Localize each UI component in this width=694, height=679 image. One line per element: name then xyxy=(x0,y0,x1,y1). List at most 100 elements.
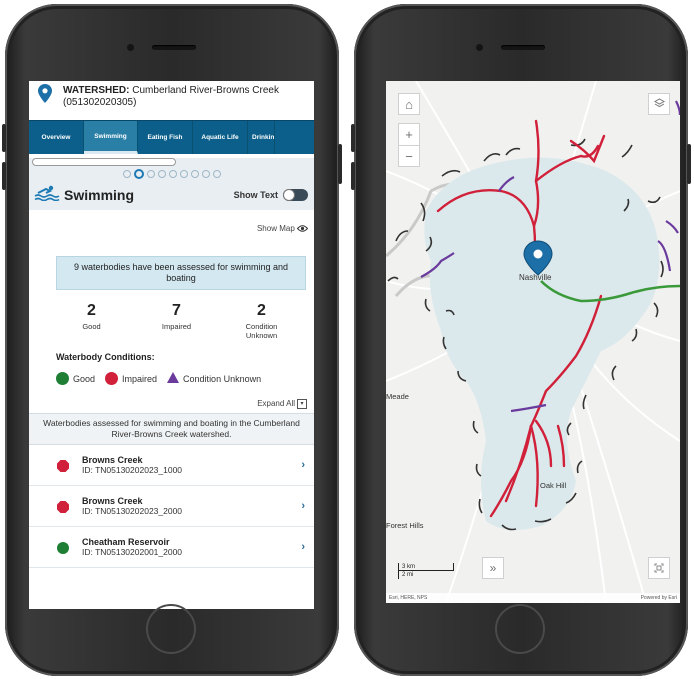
layers-button[interactable] xyxy=(648,93,670,115)
unknown-triangle-icon xyxy=(167,372,180,385)
watershed-label: WATERSHED: xyxy=(63,85,130,96)
label-forest-hills: Forest Hills xyxy=(386,521,424,530)
eye-icon xyxy=(296,224,309,233)
legend-unknown: Condition Unknown xyxy=(183,373,262,384)
toggle-knob xyxy=(283,189,295,201)
waterbody-name: Browns Creek xyxy=(82,496,143,506)
phone-frame-right: Nashville Oak Hill Forest Hills Meade ⌂ … xyxy=(351,4,691,676)
list-item[interactable]: Cheatham Reservoir ID: TN05130202001_200… xyxy=(29,527,314,568)
tab-overview[interactable]: Overview xyxy=(29,121,84,154)
section-header: Swimming Show Text xyxy=(29,179,314,206)
volume-button xyxy=(2,124,6,152)
attribution-sources: Esri, HERE, NPS xyxy=(389,595,428,601)
label-meade: Meade xyxy=(386,392,409,401)
zoom-in-button[interactable]: + xyxy=(398,123,420,145)
show-map-link[interactable]: Show Map xyxy=(29,214,314,233)
waterbody-id: ID: TN05130202023_1000 xyxy=(82,465,183,475)
layers-icon xyxy=(653,97,665,112)
show-map-label: Show Map xyxy=(256,224,295,233)
location-pin-icon xyxy=(38,84,52,107)
page-dot[interactable] xyxy=(168,170,177,178)
page-dot-active[interactable] xyxy=(133,169,144,179)
tab-aquatic-life[interactable]: Aquatic Life xyxy=(193,121,248,154)
home-button[interactable] xyxy=(146,604,196,654)
page-dot[interactable] xyxy=(190,170,199,178)
page-dot[interactable] xyxy=(122,170,131,178)
double-chevron-right-icon: » xyxy=(489,561,497,575)
count-value: 7 xyxy=(172,302,181,319)
home-button[interactable] xyxy=(495,604,545,654)
speaker-grille xyxy=(501,45,545,50)
front-camera xyxy=(476,44,483,51)
impaired-dot-icon xyxy=(105,372,119,385)
volume-button xyxy=(351,124,355,152)
page-dot[interactable] xyxy=(179,170,188,178)
zoom-out-button[interactable]: − xyxy=(398,145,420,167)
watershed-code: (051302020305) xyxy=(63,97,137,108)
waterbody-list-description: Waterbodies assessed for swimming and bo… xyxy=(29,413,314,445)
waterbody-name: Cheatham Reservoir xyxy=(82,537,170,547)
legend-good: Good xyxy=(73,373,96,384)
assessed-summary: 9 waterbodies have been assessed for swi… xyxy=(56,256,306,290)
condition-counts: 2 Good 7 Impaired 2 Condition Unknown xyxy=(29,302,314,340)
tab-bar: Overview Swimming Eating Fish Aquatic Li… xyxy=(29,120,314,154)
count-good: 2 Good xyxy=(57,302,127,340)
tab-subheader: Swimming Show Text xyxy=(29,158,314,210)
map-canvas xyxy=(386,81,680,603)
list-item[interactable]: Browns Creek ID: TN05130202023_2000 › xyxy=(29,486,314,527)
volume-button xyxy=(2,162,6,190)
waterbody-id: ID: TN05130202023_2000 xyxy=(82,506,183,516)
map-attribution: Esri, HERE, NPS Powered by Esri xyxy=(386,593,680,603)
front-camera xyxy=(127,44,134,51)
tab-drinking[interactable]: Drinking xyxy=(248,121,275,154)
home-icon: ⌂ xyxy=(405,96,413,112)
speaker-grille xyxy=(152,45,196,50)
page-dot[interactable] xyxy=(146,170,155,178)
phone-frame-left: WATERSHED: Cumberland River-Browns Creek… xyxy=(2,4,342,676)
watershed-header: WATERSHED: Cumberland River-Browns Creek… xyxy=(29,81,314,120)
page-dot[interactable] xyxy=(201,170,210,178)
good-dot-icon xyxy=(56,372,69,385)
content-panel: Show Map 9 waterbodies have been assesse… xyxy=(29,214,314,568)
watershed-name: Cumberland River-Browns Creek xyxy=(132,85,279,96)
page-dots xyxy=(29,169,314,179)
expand-panel-button[interactable]: » xyxy=(482,557,504,579)
map-view[interactable]: Nashville Oak Hill Forest Hills Meade ⌂ … xyxy=(386,81,680,603)
tab-swimming[interactable]: Swimming xyxy=(84,121,138,154)
fullscreen-button[interactable] xyxy=(648,557,670,579)
scale-bar: 3 km 2 mi xyxy=(398,563,470,581)
expand-icon: ▾ xyxy=(297,399,307,409)
count-label: Good xyxy=(82,322,101,331)
show-text-label: Show Text xyxy=(233,190,278,200)
plus-icon: + xyxy=(405,127,413,142)
waterbody-name: Browns Creek xyxy=(82,455,143,465)
list-item-text: Browns Creek ID: TN05130202023_1000 xyxy=(82,455,301,475)
map-screen: Nashville Oak Hill Forest Hills Meade ⌂ … xyxy=(386,81,680,603)
page-dot[interactable] xyxy=(212,170,221,178)
list-item[interactable]: Browns Creek ID: TN05130202023_1000 › xyxy=(29,445,314,486)
condition-legend: Good Impaired Condition Unknown xyxy=(29,362,314,385)
section-title: Swimming xyxy=(64,187,135,203)
count-value: 2 xyxy=(87,302,96,319)
list-item-text: Browns Creek ID: TN05130202023_2000 xyxy=(82,496,301,516)
scale-mi: 2 mi xyxy=(398,571,444,579)
scale-km: 3 km xyxy=(398,563,454,571)
label-oak-hill: Oak Hill xyxy=(540,481,567,490)
home-view-button[interactable]: ⌂ xyxy=(398,93,420,115)
show-text-toggle-group: Show Text xyxy=(234,189,308,201)
tab-eating-fish[interactable]: Eating Fish xyxy=(138,121,193,154)
impaired-octagon-icon xyxy=(57,500,69,513)
minus-icon: − xyxy=(405,148,413,164)
show-text-toggle[interactable] xyxy=(283,189,308,201)
attribution-powered-by[interactable]: Powered by Esri xyxy=(641,595,677,601)
page-dot[interactable] xyxy=(157,170,166,178)
label-nashville: Nashville xyxy=(519,273,552,282)
legend-impaired: Impaired xyxy=(122,373,158,384)
chevron-right-icon[interactable]: › xyxy=(301,459,305,471)
chevron-right-icon[interactable]: › xyxy=(301,541,305,553)
horizontal-scrollbar[interactable] xyxy=(32,158,176,166)
chevron-right-icon[interactable]: › xyxy=(301,500,305,512)
count-label: Impaired xyxy=(161,322,192,331)
good-circle-icon xyxy=(57,541,69,554)
expand-all-button[interactable]: Expand All ▾ xyxy=(29,385,314,409)
